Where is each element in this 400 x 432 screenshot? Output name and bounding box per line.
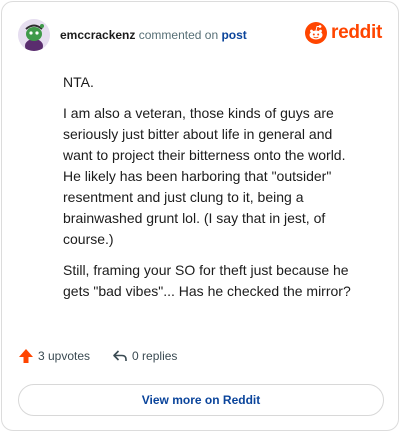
replies-stat[interactable]: 0 replies [112, 348, 177, 364]
replies-count: 0 replies [132, 349, 178, 363]
comment-header: emccrackenz commented on post reddit [18, 18, 382, 52]
avatar[interactable] [18, 19, 50, 51]
action-text: commented on [138, 28, 219, 42]
comment-meta: emccrackenz commented on post [60, 27, 247, 43]
reddit-wordmark: reddit [331, 22, 382, 43]
upvotes-count: 3 upvotes [38, 349, 91, 363]
reddit-brand[interactable]: reddit [305, 22, 382, 44]
comment-body: NTA. I am also a veteran, those kinds of… [63, 72, 365, 312]
post-link[interactable]: post [221, 28, 246, 42]
comment-paragraph: NTA. [63, 74, 94, 90]
upvotes-stat[interactable]: 3 upvotes [18, 348, 90, 364]
reddit-logo-icon [305, 22, 328, 44]
view-more-button[interactable]: View more on Reddit [18, 384, 384, 416]
comment-paragraph: Still, framing your SO for theft just be… [63, 262, 351, 299]
comment-paragraph: I am also a veteran, those kinds of guys… [63, 105, 346, 247]
comment-stats: 3 upvotes 0 replies [18, 348, 177, 364]
username-link[interactable]: emccrackenz [60, 28, 135, 42]
embed-card: emccrackenz commented on post reddit NTA… [1, 1, 399, 431]
upvote-arrow-icon [19, 349, 33, 363]
snoo-avatar-icon [18, 19, 50, 51]
reply-arrow-icon [113, 350, 127, 361]
